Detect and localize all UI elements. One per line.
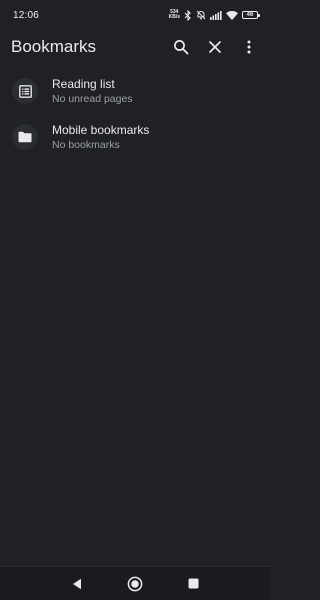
reading-list-icon <box>18 84 32 98</box>
network-speed-unit: KB/s <box>168 14 180 20</box>
more-vert-icon <box>247 40 251 54</box>
list-item-text: Mobile bookmarks No bookmarks <box>52 123 149 152</box>
top-app-bar: Bookmarks <box>0 30 270 64</box>
list-item-mobile-bookmarks[interactable]: Mobile bookmarks No bookmarks <box>0 114 270 160</box>
back-icon <box>73 578 81 589</box>
list-item-title: Reading list <box>52 76 115 91</box>
close-icon <box>209 41 221 53</box>
bookmarks-list: Reading list No unread pages Mobile book… <box>0 68 270 160</box>
status-bar: 12:06 534 KB/s 46 <box>0 0 270 30</box>
signal-icon <box>210 10 222 20</box>
folder-icon-container <box>12 124 38 150</box>
list-item-title: Mobile bookmarks <box>52 122 150 137</box>
folder-icon <box>18 131 32 143</box>
page-title: Bookmarks <box>11 37 97 56</box>
bluetooth-icon <box>184 9 192 21</box>
network-speed: 534 KB/s <box>169 10 180 20</box>
wifi-icon <box>226 10 238 20</box>
reading-list-icon-container <box>12 78 38 104</box>
recents-button[interactable] <box>178 569 208 599</box>
search-button[interactable] <box>164 30 198 64</box>
list-item-subtitle: No unread pages <box>52 92 133 105</box>
close-button[interactable] <box>198 30 232 64</box>
system-navigation-bar <box>0 566 270 600</box>
recents-icon <box>188 578 198 589</box>
battery-icon: 46 <box>242 11 260 19</box>
do-not-disturb-icon <box>196 10 206 20</box>
search-icon <box>174 40 189 55</box>
bookmarks-screen: 12:06 534 KB/s 46 Bookmarks Reading list… <box>0 0 270 600</box>
list-item-text: Reading list No unread pages <box>52 77 133 106</box>
status-time: 12:06 <box>13 9 40 21</box>
home-icon <box>127 576 143 591</box>
status-icons: 534 KB/s 46 <box>169 9 260 21</box>
app-bar-actions <box>164 30 266 64</box>
home-button[interactable] <box>120 569 150 599</box>
list-item-subtitle: No bookmarks <box>52 138 120 151</box>
more-options-button[interactable] <box>232 30 266 64</box>
list-item-reading-list[interactable]: Reading list No unread pages <box>0 68 270 114</box>
back-button[interactable] <box>62 569 92 599</box>
